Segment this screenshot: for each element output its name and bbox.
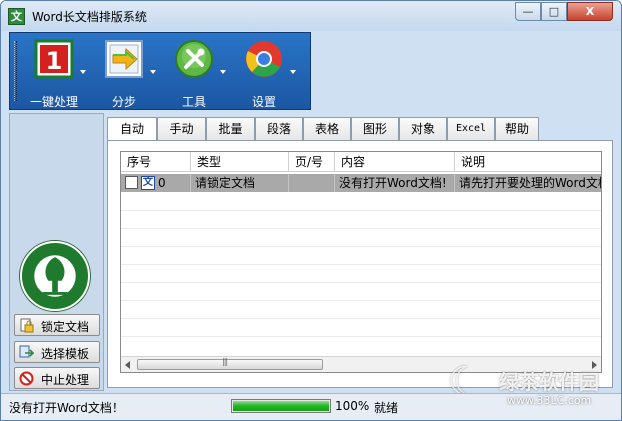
one-key-icon: 1: [34, 39, 74, 79]
grid-line: [121, 300, 601, 301]
chevron-down-icon[interactable]: [290, 70, 296, 74]
grid-line: [121, 246, 601, 247]
column-header[interactable]: 说明: [455, 152, 601, 172]
grid-line: [121, 318, 601, 319]
step-button[interactable]: 分步: [92, 36, 156, 109]
step-label: 分步: [111, 95, 136, 109]
window-title: Word长文档排版系统: [32, 10, 147, 24]
grid-line: [121, 210, 601, 211]
tab-manual[interactable]: 手动: [157, 117, 206, 141]
title-bar[interactable]: 文 Word长文档排版系统 — □ X: [1, 1, 621, 31]
tab-table[interactable]: 表格: [303, 117, 351, 141]
app-icon: 文: [8, 8, 25, 25]
table-header: 序号 类型 页/号 内容 说明: [121, 152, 601, 172]
column-header[interactable]: 内容: [335, 152, 455, 172]
chevron-down-icon[interactable]: [220, 70, 226, 74]
grid-line: [121, 282, 601, 283]
one-key-process-button[interactable]: 1 一键处理: [22, 36, 86, 109]
tools-label: 工具: [181, 95, 206, 109]
tools-icon: [175, 40, 213, 78]
status-state: 就绪: [374, 401, 399, 415]
status-message: 没有打开Word文档！: [9, 401, 124, 415]
row-checkbox[interactable]: [125, 176, 138, 189]
one-key-process-label: 一键处理: [29, 95, 78, 109]
scroll-left-icon[interactable]: [125, 361, 130, 369]
tab-graphics[interactable]: 图形: [351, 117, 399, 141]
tab-excel[interactable]: Excel: [447, 117, 495, 141]
maximize-button[interactable]: □: [541, 2, 567, 21]
settings-globe-icon: [246, 41, 282, 77]
tab-strip: 自动 手动 批量 段落 表格 图形 对象 Excel 帮助: [107, 117, 547, 142]
row-index-cell: 文 0: [121, 174, 191, 192]
scrollbar-thumb[interactable]: [137, 357, 323, 370]
column-header[interactable]: 页/号: [289, 152, 335, 172]
forestry-academy-logo: [20, 241, 90, 311]
row-index: 0: [158, 176, 166, 190]
grid-line: [121, 336, 601, 337]
watermark-text: 绿茶软件园: [499, 370, 599, 394]
document-icon: 文: [141, 176, 155, 190]
column-header[interactable]: 序号: [121, 152, 191, 172]
row-page: [289, 174, 335, 192]
settings-button[interactable]: 设置: [232, 36, 296, 109]
stop-processing-label: 中止处理: [41, 373, 90, 387]
chevron-down-icon[interactable]: [80, 70, 86, 74]
progress-percent: 100%: [335, 399, 370, 413]
row-content: 没有打开Word文档!: [335, 174, 455, 192]
tab-object[interactable]: 对象: [399, 117, 447, 141]
progress-bar: [231, 399, 331, 413]
tab-paragraph[interactable]: 段落: [255, 117, 303, 141]
column-header[interactable]: 类型: [191, 152, 289, 172]
lock-document-button[interactable]: 锁定文档: [14, 314, 100, 336]
stop-processing-button[interactable]: 中止处理: [14, 367, 100, 389]
row-type: 请锁定文档: [191, 174, 289, 192]
progress-fill: [233, 401, 329, 411]
select-template-label: 选择模板: [41, 347, 90, 361]
svg-text:1: 1: [46, 47, 63, 75]
lock-document-label: 锁定文档: [41, 320, 90, 334]
grid-line: [121, 264, 601, 265]
main-toolbar: 1 一键处理 分步 工具 设置: [9, 32, 311, 110]
select-template-button[interactable]: 选择模板: [14, 341, 100, 363]
row-note: 请先打开要处理的Word文档: [455, 174, 601, 192]
minimize-button[interactable]: —: [515, 2, 541, 21]
toolbar-grip[interactable]: [14, 41, 17, 101]
select-template-icon: [19, 345, 34, 358]
watermark-url: www.33LC.com: [507, 394, 592, 407]
left-panel: 锁定文档 选择模板 中止处理: [9, 113, 104, 391]
table-row[interactable]: 文 0 请锁定文档 没有打开Word文档! 请先打开要处理的Word文档: [121, 174, 601, 192]
settings-label: 设置: [251, 95, 276, 109]
close-button[interactable]: X: [567, 2, 613, 21]
tab-auto[interactable]: 自动: [107, 117, 157, 142]
lock-doc-icon: [20, 318, 34, 333]
tab-batch[interactable]: 批量: [206, 117, 255, 141]
chevron-down-icon[interactable]: [150, 70, 156, 74]
grid-line: [121, 228, 601, 229]
tab-content-auto: 序号 类型 页/号 内容 说明 文 0 请锁定文档 没有打开Word文档! 请先…: [107, 140, 613, 388]
step-arrow-icon: [105, 40, 143, 78]
stop-icon: [19, 371, 34, 386]
tools-button[interactable]: 工具: [162, 36, 226, 109]
tab-help[interactable]: 帮助: [495, 117, 539, 141]
app-window: 文 Word长文档排版系统 — □ X 1 一键处理 分步 工具 设置 锁定文档…: [0, 0, 622, 421]
results-table[interactable]: 序号 类型 页/号 内容 说明 文 0 请锁定文档 没有打开Word文档! 请先…: [120, 151, 602, 373]
